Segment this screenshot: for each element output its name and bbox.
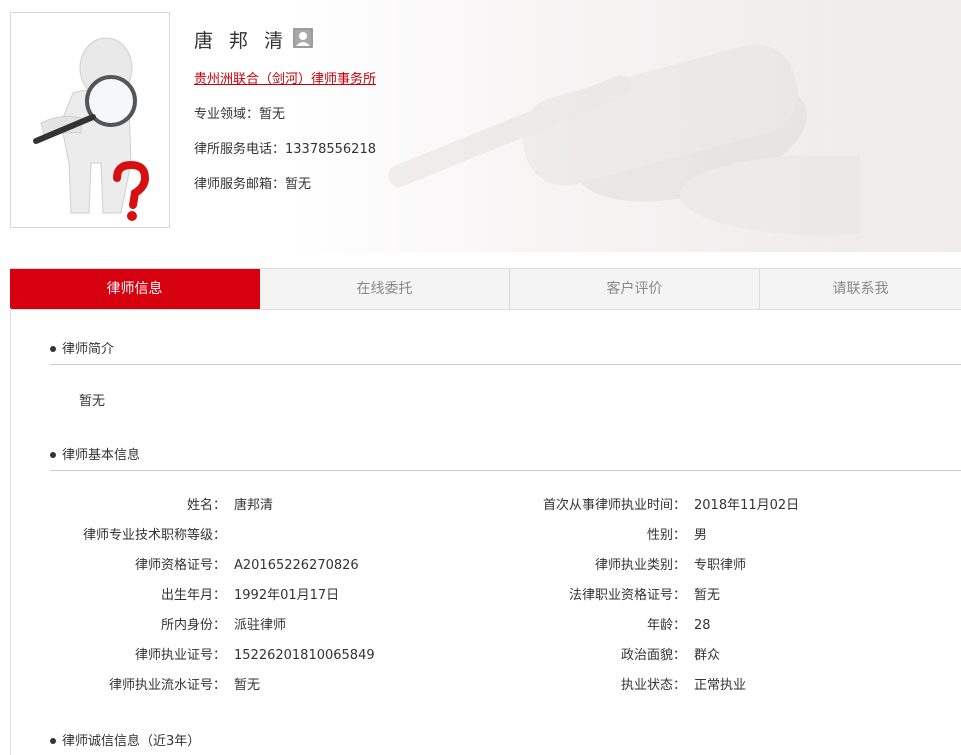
section-title-basic-text: 律师基本信息 xyxy=(62,448,141,463)
person-icon[interactable] xyxy=(293,28,313,48)
lawyer-name: 唐 邦 清 xyxy=(194,30,289,52)
law-firm-link[interactable]: 贵州洲联合（剑河）律师事务所 xyxy=(194,68,376,87)
info-value: 专职律师 xyxy=(694,558,747,573)
specialty-label: 专业领域： xyxy=(194,107,260,122)
section-title-integrity: 律师诚信信息（近3年） xyxy=(50,730,200,749)
info-label: 执业状态： xyxy=(620,678,686,693)
phone-line: 律所服务电话：13378556218 xyxy=(194,138,376,157)
tab-client-reviews[interactable]: 客户评价 xyxy=(510,269,760,309)
info-row: 政治面貌： 群众 xyxy=(0,646,961,666)
tab-contact-me[interactable]: 请联系我 xyxy=(760,269,961,309)
info-label: 法律职业资格证号： xyxy=(568,588,686,603)
section-divider xyxy=(50,364,961,365)
info-label: 律师执业类别： xyxy=(594,558,686,573)
email-value: 暂无 xyxy=(285,177,312,192)
email-label: 律师服务邮箱： xyxy=(194,177,286,192)
bullet-dot-icon xyxy=(50,737,56,744)
info-value: 群众 xyxy=(694,648,721,663)
section-title-integrity-text: 律师诚信信息（近3年） xyxy=(62,734,201,749)
info-row: 法律职业资格证号： 暂无 xyxy=(0,586,961,606)
info-value: 男 xyxy=(694,528,708,543)
section-title-intro: 律师简介 xyxy=(50,338,114,357)
lawyer-profile-page: 唐 邦 清 贵州洲联合（剑河）律师事务所 专业领域：暂无 律所服务电话：1337… xyxy=(0,0,961,755)
section-title-intro-text: 律师简介 xyxy=(62,342,115,357)
info-row: 性别： 男 xyxy=(0,526,961,546)
tab-lawyer-info[interactable]: 律师信息 xyxy=(10,269,260,309)
info-value: 正常执业 xyxy=(694,678,747,693)
info-row: 律师执业类别： 专职律师 xyxy=(0,556,961,576)
phone-value: 13378556218 xyxy=(285,142,376,157)
specialty-line: 专业领域：暂无 xyxy=(194,103,285,122)
info-row: 执业状态： 正常执业 xyxy=(0,676,961,696)
info-value: 2018年11月02日 xyxy=(694,498,800,513)
info-row: 首次从事律师执业时间： 2018年11月02日 xyxy=(0,496,961,516)
person-silhouette-icon xyxy=(293,28,313,48)
email-line: 律师服务邮箱：暂无 xyxy=(194,173,311,192)
info-row: 年龄： 28 xyxy=(0,616,961,636)
lawyer-avatar xyxy=(10,12,170,228)
info-label: 性别： xyxy=(646,528,686,543)
bullet-dot-icon xyxy=(50,345,56,352)
info-label: 政治面貌： xyxy=(620,648,686,663)
info-value: 暂无 xyxy=(694,588,721,603)
profile-tabs: 律师信息 在线委托 客户评价 请联系我 xyxy=(10,268,961,310)
specialty-value: 暂无 xyxy=(259,107,286,122)
info-value: 28 xyxy=(694,618,711,633)
section-title-basic: 律师基本信息 xyxy=(50,444,140,463)
section-divider xyxy=(50,470,961,471)
bullet-dot-icon xyxy=(50,451,56,458)
profile-header: 唐 邦 清 贵州洲联合（剑河）律师事务所 专业领域：暂无 律所服务电话：1337… xyxy=(0,0,961,252)
magnifier-question-figure-icon xyxy=(33,37,150,221)
phone-label: 律所服务电话： xyxy=(194,142,286,157)
info-label: 年龄： xyxy=(646,618,686,633)
tab-online-entrust[interactable]: 在线委托 xyxy=(260,269,510,309)
info-label: 首次从事律师执业时间： xyxy=(542,498,686,513)
intro-text: 暂无 xyxy=(79,394,106,409)
